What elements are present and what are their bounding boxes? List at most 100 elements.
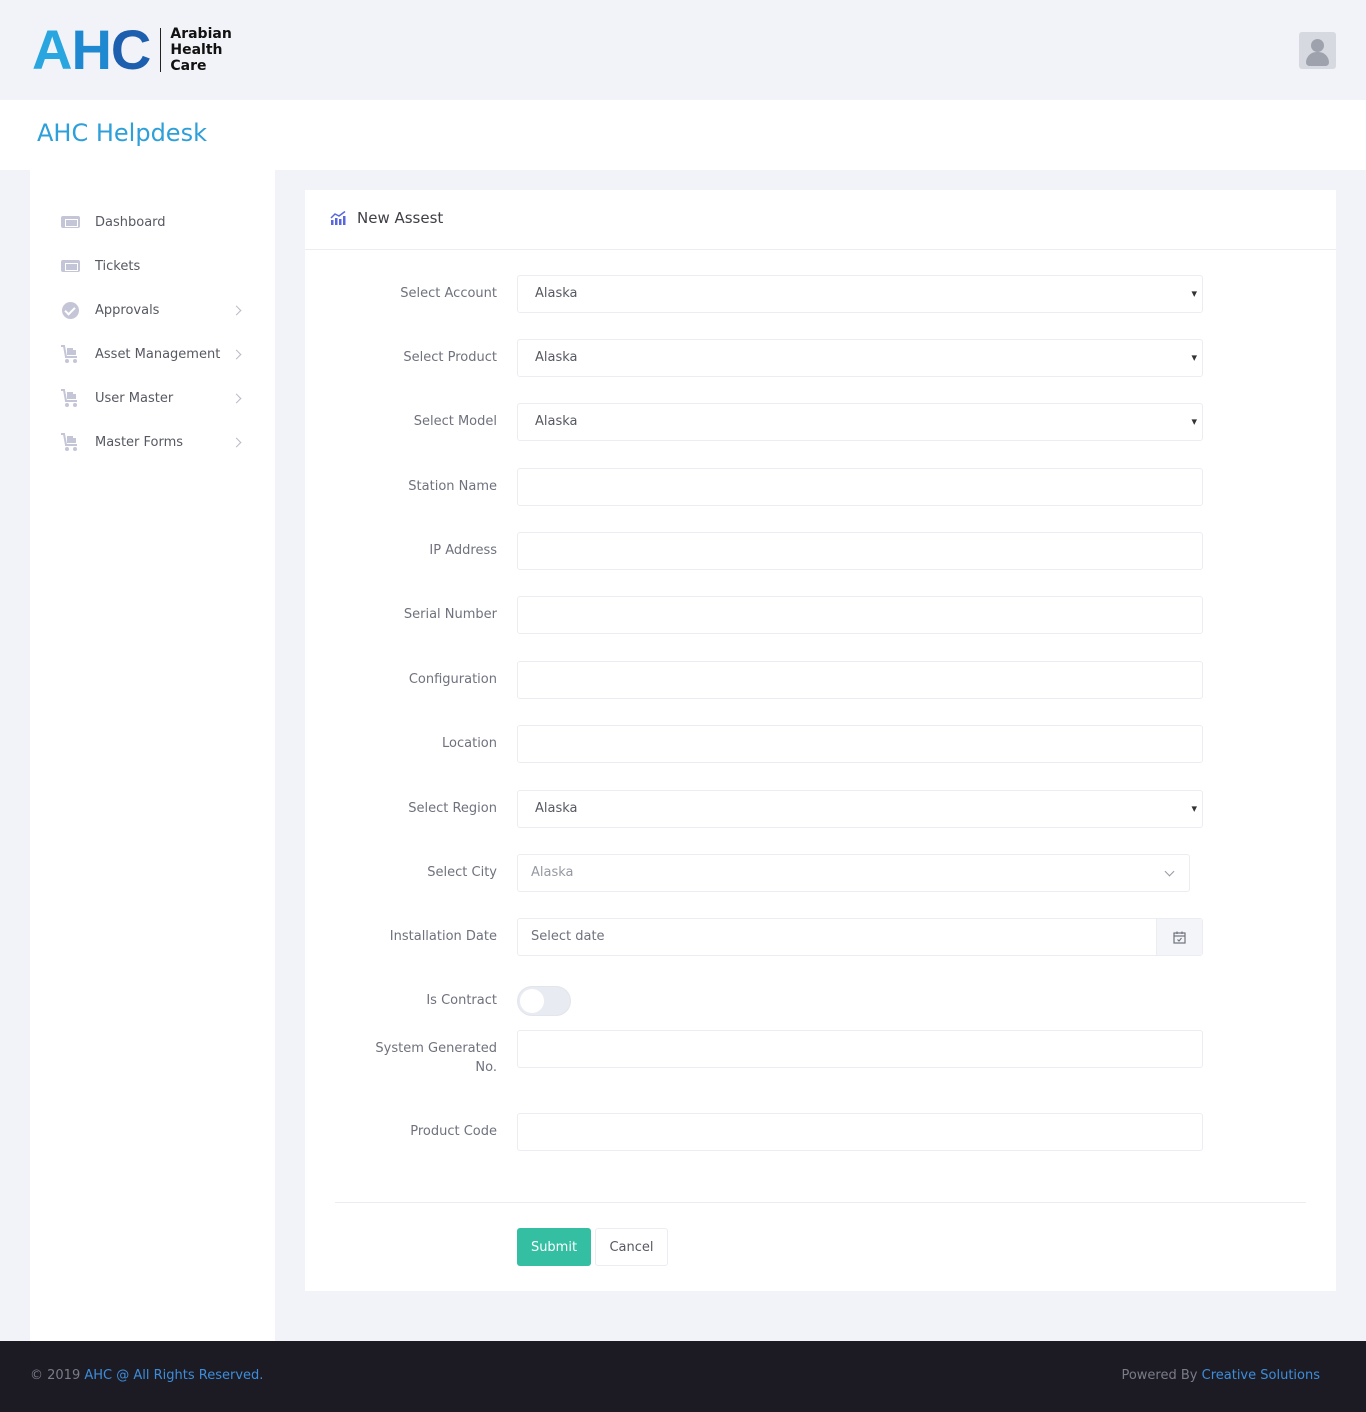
user-icon-body <box>1306 52 1329 66</box>
calendar-button[interactable] <box>1156 919 1202 955</box>
cart-icon <box>60 388 80 408</box>
region-select[interactable]: Alaska <box>517 790 1203 828</box>
station-name-label: Station Name <box>408 479 497 494</box>
account-select[interactable]: Alaska <box>517 275 1203 313</box>
system-generated-label-line1: System Generated <box>375 1041 497 1056</box>
page-title: AHC Helpdesk <box>37 119 207 147</box>
ticket-icon <box>60 212 80 232</box>
calendar-icon <box>1173 931 1186 944</box>
ticket-icon <box>60 256 80 276</box>
sidebar-item-approvals[interactable]: Approvals <box>30 290 275 330</box>
check-circle-icon <box>60 300 80 320</box>
sidebar-item-label: Dashboard <box>95 214 166 230</box>
form-row-station: Station Name <box>305 468 1336 506</box>
sidebar-item-label: User Master <box>95 390 174 406</box>
installation-date-label: Installation Date <box>389 929 497 944</box>
model-select[interactable]: Alaska <box>517 403 1203 441</box>
product-code-label: Product Code <box>410 1124 497 1139</box>
submit-button[interactable]: Submit <box>517 1228 591 1266</box>
form-row-location: Location <box>305 725 1336 763</box>
sidebar-item-user-master[interactable]: User Master <box>30 378 275 418</box>
copyright-link[interactable]: AHC @ All Rights Reserved. <box>84 1368 263 1383</box>
installation-date-input[interactable]: Select date <box>517 918 1203 956</box>
form-row-region: Select Region Alaska <box>305 790 1336 828</box>
is-contract-toggle[interactable] <box>517 986 571 1016</box>
city-label: Select City <box>427 865 497 880</box>
chevron-right-icon <box>231 393 242 403</box>
chevron-right-icon <box>231 437 242 447</box>
cart-icon <box>60 344 80 364</box>
logo-mark: AHC <box>32 18 151 81</box>
form-row-contract: Is Contract <box>305 982 1336 1020</box>
footer: © 2019 AHC @ All Rights Reserved. Powere… <box>0 1341 1366 1412</box>
ip-address-input[interactable] <box>517 532 1203 570</box>
sidebar-item-tickets[interactable]: Tickets <box>30 246 275 286</box>
location-input[interactable] <box>517 725 1203 763</box>
form-divider <box>335 1202 1306 1203</box>
logo-text-line: Arabian <box>170 26 232 42</box>
date-placeholder: Select date <box>531 929 605 944</box>
user-avatar[interactable] <box>1299 32 1336 69</box>
product-label: Select Product <box>403 350 497 365</box>
cart-icon <box>60 432 80 452</box>
configuration-input[interactable] <box>517 661 1203 699</box>
form-row-serial: Serial Number <box>305 596 1336 634</box>
ahc-logo[interactable]: AHC Arabian Health Care <box>32 18 232 81</box>
form-row-city: Select City Alaska <box>305 854 1336 892</box>
serial-number-input[interactable] <box>517 596 1203 634</box>
sidebar-item-label: Asset Management <box>95 346 221 362</box>
model-label: Select Model <box>413 414 497 429</box>
subheader: AHC Helpdesk <box>0 100 1366 170</box>
powered-by: Powered By Creative Solutions <box>1121 1368 1320 1383</box>
logo-text-line: Health <box>170 42 223 58</box>
form-row-config: Configuration <box>305 661 1336 699</box>
top-header: AHC Arabian Health Care <box>0 0 1366 100</box>
system-generated-no-label: System Generated No. <box>317 1039 497 1077</box>
location-label: Location <box>442 736 497 751</box>
logo-divider <box>160 28 162 72</box>
form-row-product-code: Product Code <box>305 1113 1336 1151</box>
new-asset-card: New Assest Select Account Alaska Select … <box>305 190 1336 1291</box>
creative-solutions-link[interactable]: Creative Solutions <box>1202 1368 1320 1383</box>
user-icon-head <box>1311 39 1324 52</box>
ip-address-label: IP Address <box>429 543 497 558</box>
region-label: Select Region <box>408 801 497 816</box>
logo-text: Arabian Health Care <box>170 26 231 74</box>
sidebar-item-dashboard[interactable]: Dashboard <box>30 202 275 242</box>
form-row-system-no: System Generated No. <box>305 1030 1336 1075</box>
toggle-knob <box>520 989 544 1013</box>
system-generated-label-line2: No. <box>475 1060 497 1075</box>
card-title: New Assest <box>357 209 444 227</box>
city-select-value: Alaska <box>531 865 574 880</box>
is-contract-label: Is Contract <box>426 993 497 1008</box>
logo-text-line: Care <box>170 58 207 74</box>
card-header: New Assest <box>305 190 1336 250</box>
account-label: Select Account <box>400 286 497 301</box>
product-code-input[interactable] <box>517 1113 1203 1151</box>
sidebar-item-asset-management[interactable]: Asset Management <box>30 334 275 374</box>
chevron-right-icon <box>231 349 242 359</box>
sidebar-item-master-forms[interactable]: Master Forms <box>30 422 275 462</box>
configuration-label: Configuration <box>408 672 497 687</box>
sidebar-item-label: Master Forms <box>95 434 184 450</box>
chevron-right-icon <box>231 305 242 315</box>
form-row-model: Select Model Alaska <box>305 403 1336 441</box>
sidebar: Dashboard Tickets Approvals Asset Manage… <box>30 170 275 1341</box>
cancel-button[interactable]: Cancel <box>595 1228 668 1266</box>
serial-number-label: Serial Number <box>403 607 497 622</box>
form-row-install-date: Installation Date Select date <box>305 918 1336 956</box>
form-row-product: Select Product Alaska <box>305 339 1336 377</box>
station-name-input[interactable] <box>517 468 1203 506</box>
city-select[interactable]: Alaska <box>517 854 1190 892</box>
copyright-prefix: © 2019 <box>30 1368 85 1383</box>
form-row-account: Select Account Alaska <box>305 275 1336 313</box>
form-row-ip: IP Address <box>305 532 1336 570</box>
sidebar-item-label: Approvals <box>95 302 160 318</box>
powered-by-prefix: Powered By <box>1121 1368 1202 1383</box>
product-select[interactable]: Alaska <box>517 339 1203 377</box>
system-generated-no-input[interactable] <box>517 1030 1203 1068</box>
chart-icon <box>330 211 346 225</box>
sidebar-item-label: Tickets <box>95 258 141 274</box>
chevron-down-icon <box>1164 866 1175 877</box>
copyright: © 2019 AHC @ All Rights Reserved. <box>30 1368 263 1383</box>
